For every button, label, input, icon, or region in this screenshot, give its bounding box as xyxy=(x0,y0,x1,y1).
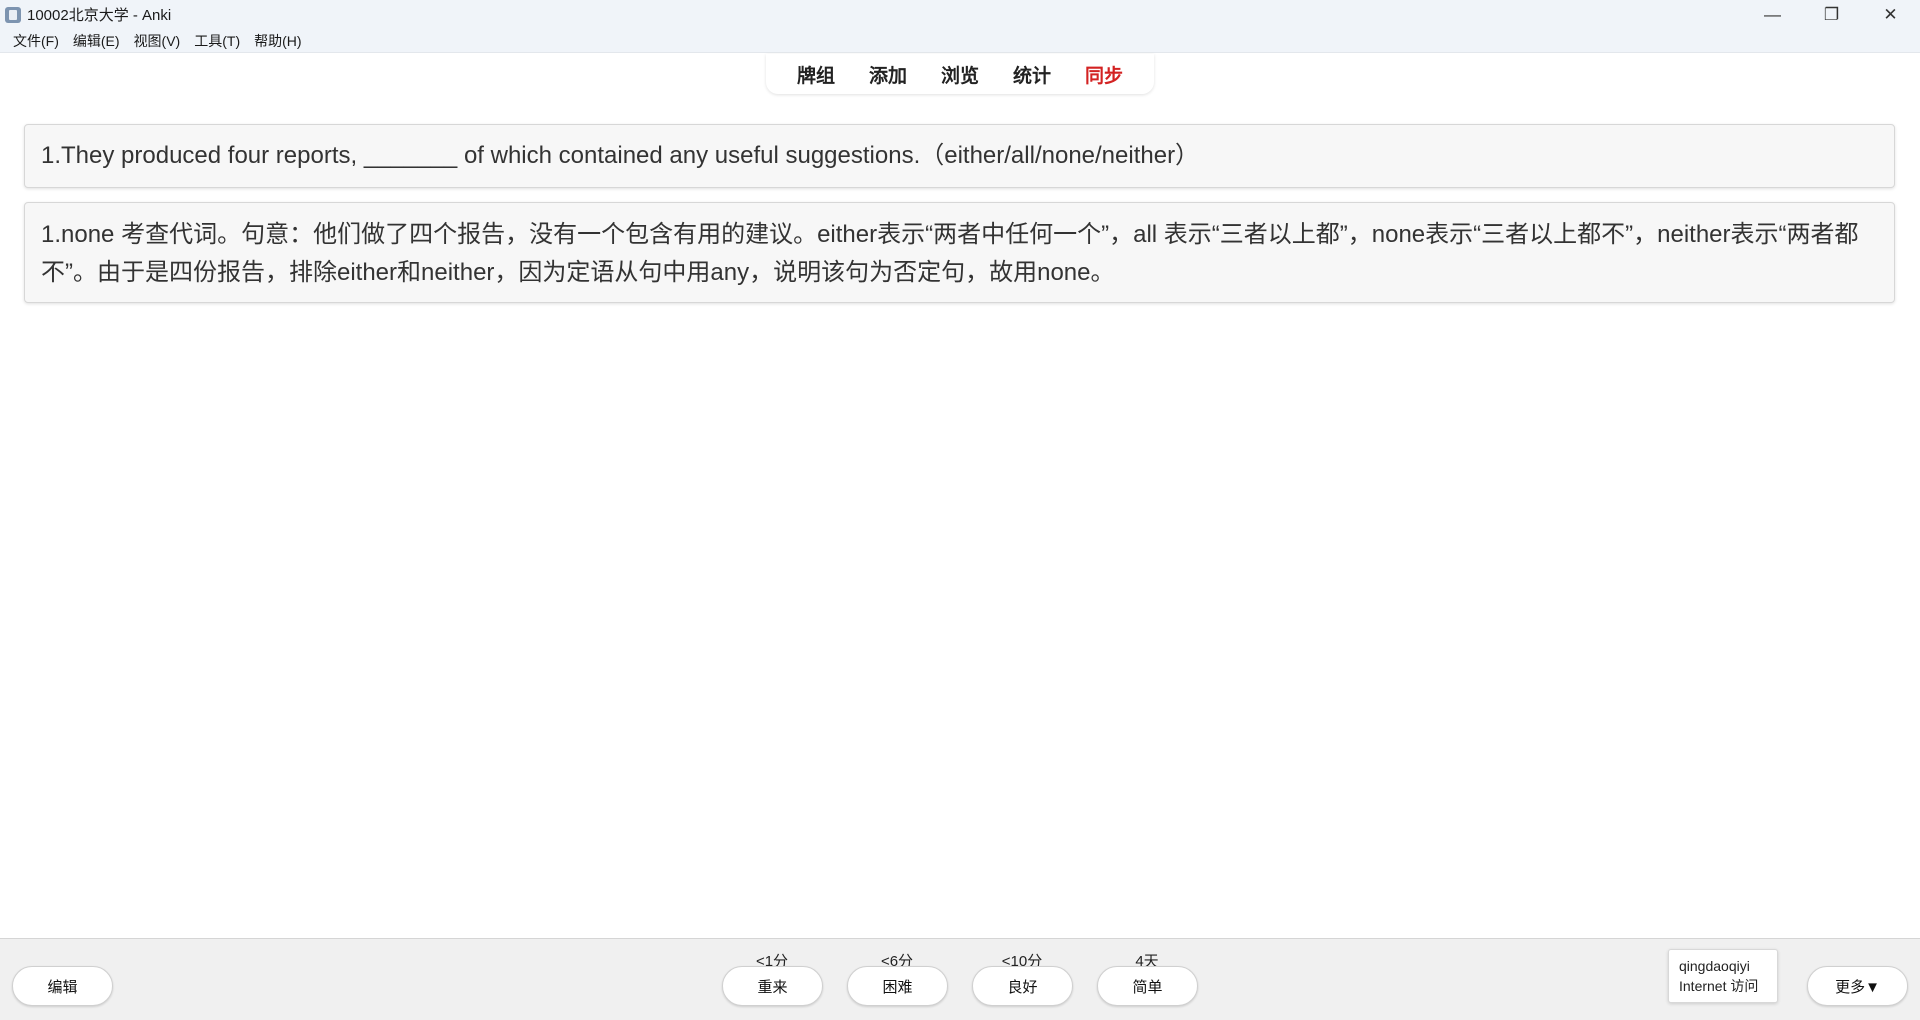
good-button[interactable]: 良好 xyxy=(972,966,1073,1006)
edit-button[interactable]: 编辑 xyxy=(12,966,113,1006)
again-button[interactable]: 重来 xyxy=(722,966,823,1006)
menu-tools[interactable]: 工具(T) xyxy=(189,31,249,51)
minimize-button[interactable]: — xyxy=(1743,0,1802,29)
main-toolbar: 牌组 添加 浏览 统计 同步 xyxy=(765,54,1155,94)
nav-decks[interactable]: 牌组 xyxy=(780,61,852,88)
restore-button[interactable]: ❐ xyxy=(1802,0,1861,29)
anki-window: 10002北京大学 - Anki — ❐ ✕ 文件(F) 编辑(E) 视图(V)… xyxy=(0,0,1920,1020)
tooltip-line-1: qingdaoqiyi xyxy=(1679,958,1750,974)
hard-button[interactable]: 困难 xyxy=(847,966,948,1006)
answer-text: 1.none 考查代词。句意：他们做了四个报告，没有一个包含有用的建议。eith… xyxy=(41,221,1859,286)
menu-file[interactable]: 文件(F) xyxy=(8,31,68,51)
more-button[interactable]: 更多▼ xyxy=(1807,966,1908,1006)
review-bottom-bar: 编辑 <1分 <6分 <10分 4天 重来 困难 良好 简单 qingdaoqi… xyxy=(0,938,1920,1020)
nav-add[interactable]: 添加 xyxy=(852,61,924,88)
nav-browse[interactable]: 浏览 xyxy=(924,61,996,88)
menu-help[interactable]: 帮助(H) xyxy=(249,31,310,51)
title-bar: 10002北京大学 - Anki — ❐ ✕ xyxy=(0,0,1920,29)
nav-sync[interactable]: 同步 xyxy=(1068,61,1140,88)
menu-bar: 文件(F) 编辑(E) 视图(V) 工具(T) 帮助(H) xyxy=(0,29,1920,53)
answer-card: 1.none 考查代词。句意：他们做了四个报告，没有一个包含有用的建议。eith… xyxy=(24,202,1895,303)
close-button[interactable]: ✕ xyxy=(1861,0,1920,29)
menu-view[interactable]: 视图(V) xyxy=(129,31,190,51)
network-tooltip: qingdaoqiyi Internet 访问 xyxy=(1668,949,1778,1003)
window-title: 10002北京大学 - Anki xyxy=(27,7,172,24)
toolbar-wrapper: 牌组 添加 浏览 统计 同步 xyxy=(0,54,1920,96)
menu-edit[interactable]: 编辑(E) xyxy=(68,31,129,51)
close-icon: ✕ xyxy=(1883,4,1898,24)
question-text: 1.They produced four reports, _______ of… xyxy=(41,142,1200,169)
nav-stats[interactable]: 统计 xyxy=(996,61,1068,88)
minimize-icon: — xyxy=(1764,4,1781,24)
tooltip-line-2: Internet 访问 xyxy=(1679,978,1759,994)
anki-app-icon xyxy=(5,6,21,23)
question-card: 1.They produced four reports, _______ of… xyxy=(24,124,1895,188)
restore-icon: ❐ xyxy=(1823,4,1840,24)
window-controls: — ❐ ✕ xyxy=(1743,0,1920,29)
easy-button[interactable]: 简单 xyxy=(1097,966,1198,1006)
